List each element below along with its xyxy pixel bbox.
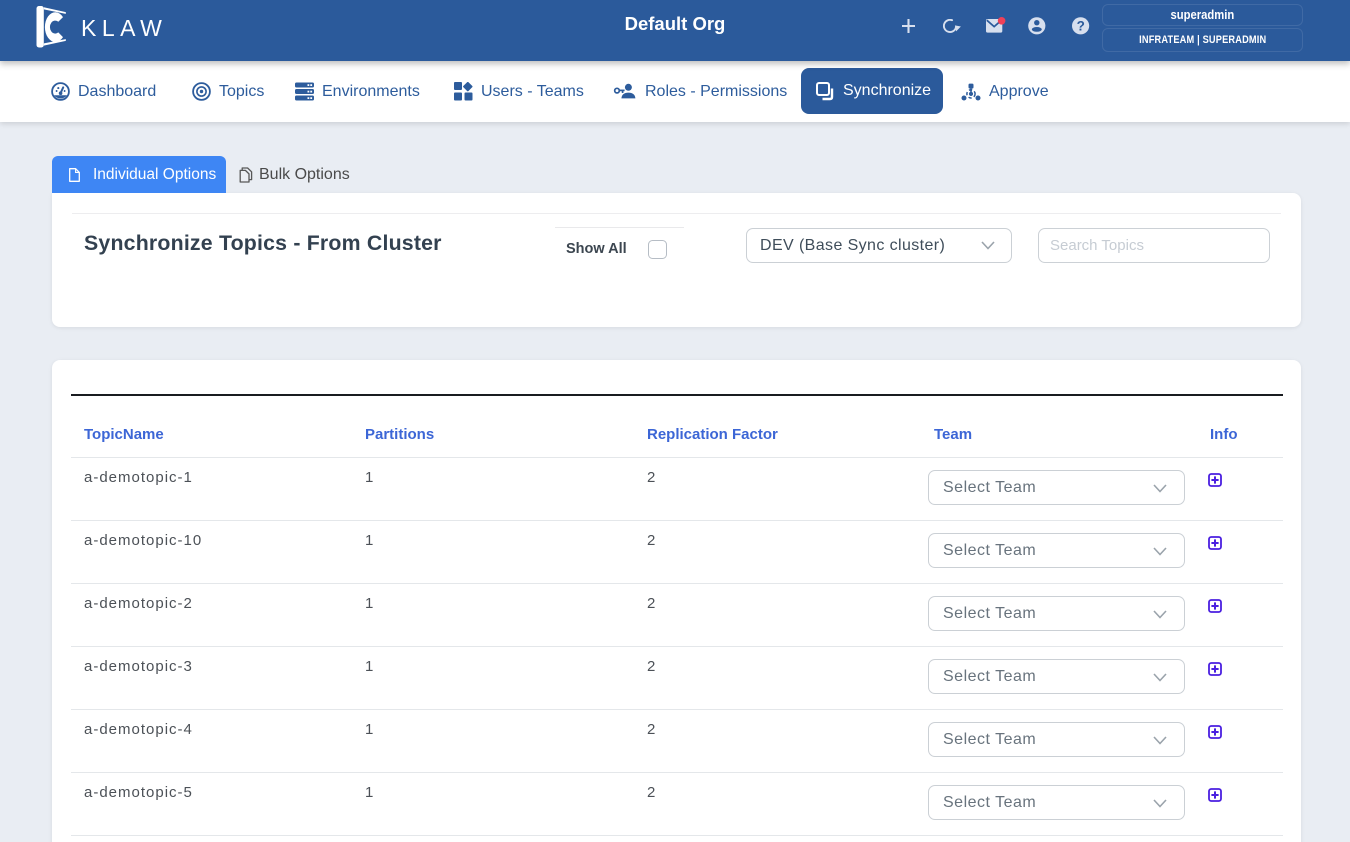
svg-text:?: ?	[1077, 18, 1085, 33]
